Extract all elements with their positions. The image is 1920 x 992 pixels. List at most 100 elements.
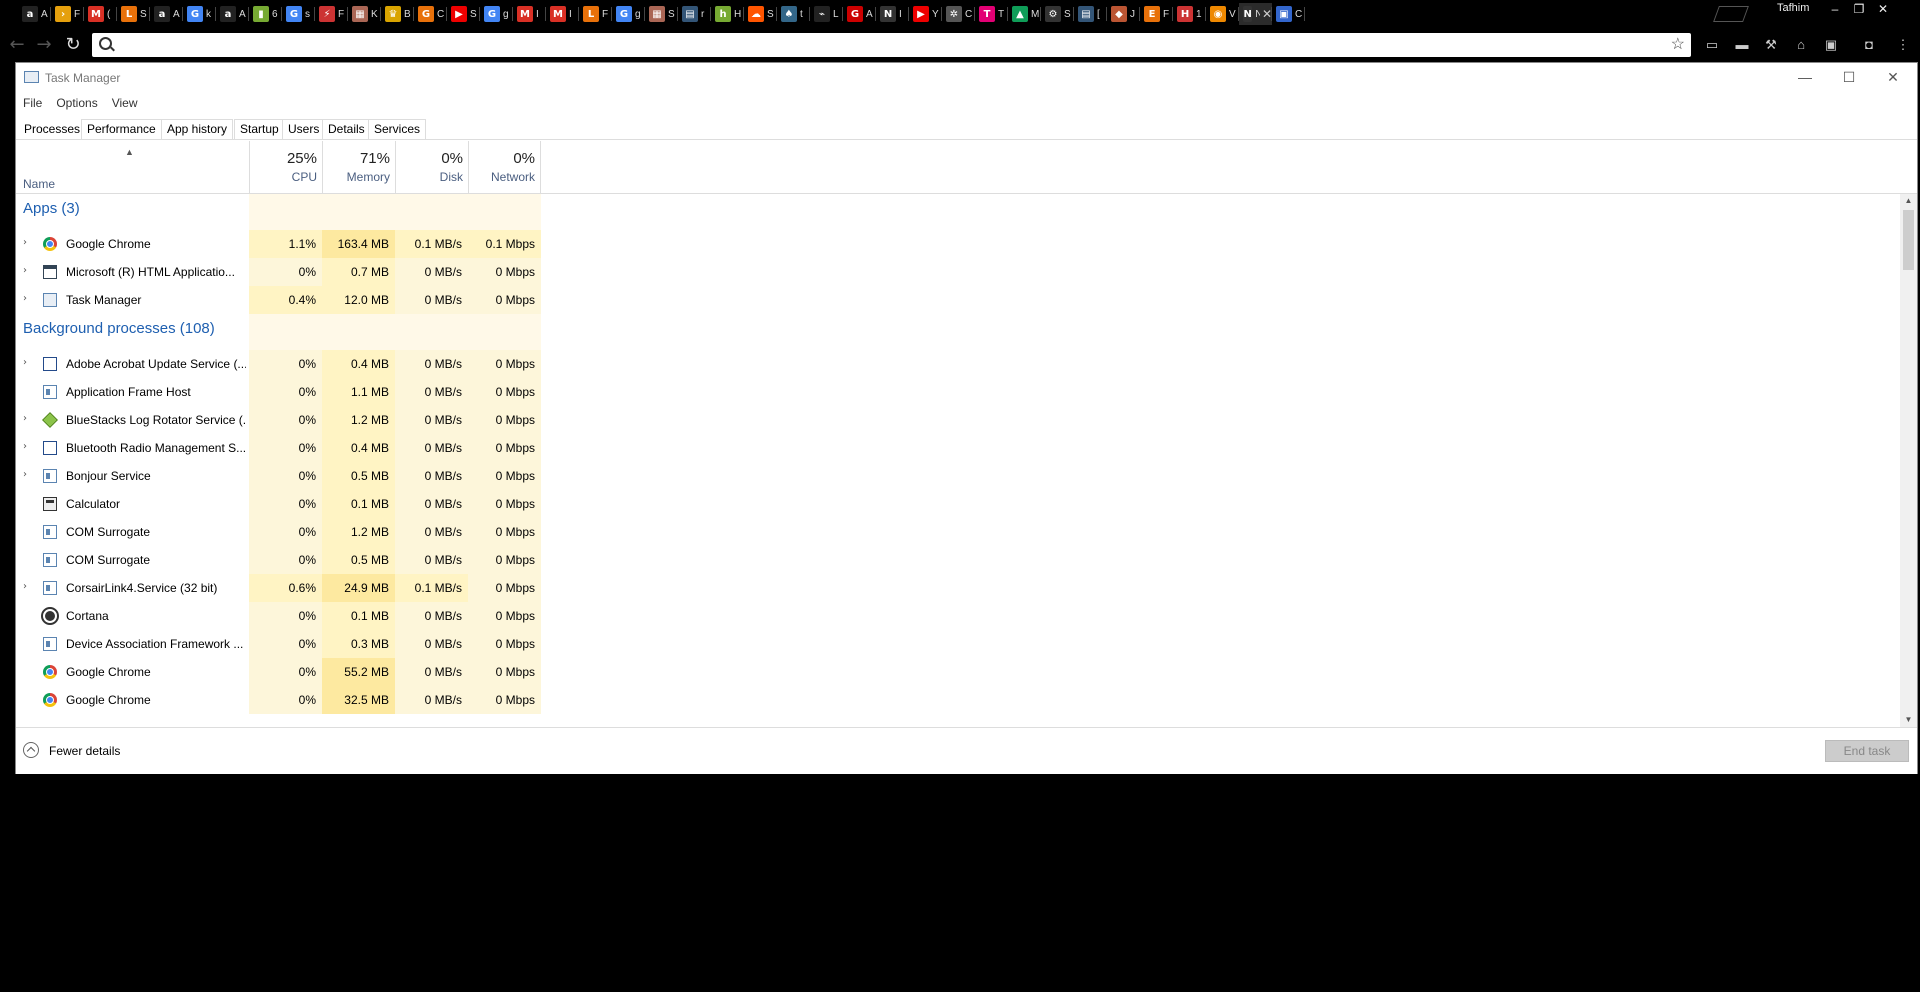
table-row[interactable]: Calculator 0% 0.1 MB 0 MB/s 0 Mbps bbox=[16, 490, 546, 518]
table-row[interactable]: › Task Manager 0.4% 12.0 MB 0 MB/s 0 Mbps bbox=[16, 286, 546, 314]
browser-tab[interactable]: ▶ S bbox=[447, 3, 480, 25]
table-row[interactable]: COM Surrogate 0% 1.2 MB 0 MB/s 0 Mbps bbox=[16, 518, 546, 546]
fewer-details-link[interactable]: Fewer details bbox=[49, 744, 120, 758]
column-disk[interactable]: 0% Disk bbox=[395, 141, 468, 193]
scroll-down-icon[interactable]: ▼ bbox=[1900, 713, 1917, 727]
browser-tab[interactable]: ◉ V bbox=[1206, 3, 1239, 25]
column-cpu[interactable]: 25% CPU bbox=[249, 141, 322, 193]
browser-tab[interactable]: ✲ C bbox=[942, 3, 975, 25]
browser-tab[interactable]: EF bbox=[1140, 3, 1173, 25]
table-row[interactable]: Application Frame Host 0% 1.1 MB 0 MB/s 0 Mb… bbox=[16, 378, 546, 406]
expand-chevron-icon[interactable]: › bbox=[23, 357, 27, 368]
browser-tab[interactable]: ▦ S bbox=[645, 3, 678, 25]
screen-icon[interactable]: ▣ bbox=[1822, 36, 1840, 54]
profile-name[interactable]: Tafhim bbox=[1777, 2, 1809, 14]
browser-tab[interactable]: › F bbox=[51, 3, 84, 25]
table-row[interactable]: › Bonjour Service 0% 0.5 MB 0 MB/s 0 Mbps bbox=[16, 462, 546, 490]
tab-details[interactable]: Details bbox=[322, 119, 371, 139]
browser-tab[interactable]: ♠ t bbox=[777, 3, 810, 25]
browser-tab[interactable]: TT bbox=[975, 3, 1008, 25]
close-tab-icon[interactable]: ✕ bbox=[1262, 7, 1272, 21]
cast-icon[interactable]: ▭ bbox=[1703, 36, 1721, 54]
scroll-up-icon[interactable]: ▲ bbox=[1900, 194, 1917, 208]
table-row[interactable]: › Bluetooth Radio Management S... 0% 0.4 MB… bbox=[16, 434, 546, 462]
pocket-icon[interactable]: ▬ bbox=[1733, 36, 1751, 54]
forward-icon[interactable]: → bbox=[33, 35, 55, 55]
minimize-icon[interactable]: – bbox=[1824, 2, 1846, 16]
end-task-button[interactable]: End task bbox=[1825, 740, 1909, 762]
minimize-icon[interactable]: — bbox=[1783, 67, 1827, 87]
expand-chevron-icon[interactable]: › bbox=[23, 441, 27, 452]
collapse-circle-icon[interactable] bbox=[23, 742, 39, 758]
table-row[interactable]: › Adobe Acrobat Update Service (... 0% 0.4 … bbox=[16, 350, 546, 378]
browser-tab[interactable]: ♛ B bbox=[381, 3, 414, 25]
browser-tab[interactable]: ⌁ L bbox=[810, 3, 843, 25]
address-input[interactable] bbox=[120, 36, 1644, 56]
browser-tab[interactable]: ▶ Y bbox=[909, 3, 942, 25]
off-badge-icon[interactable]: ⌂ bbox=[1792, 36, 1810, 54]
group-header[interactable]: Apps (3) bbox=[16, 194, 546, 230]
column-name[interactable]: Name bbox=[23, 177, 55, 191]
table-row[interactable]: COM Surrogate 0% 0.5 MB 0 MB/s 0 Mbps bbox=[16, 546, 546, 574]
menu-view[interactable]: View bbox=[105, 93, 145, 113]
tab-performance[interactable]: Performance bbox=[81, 119, 162, 139]
table-row[interactable]: › CorsairLink4.Service (32 bit) 0.6% 24.9 M… bbox=[16, 574, 546, 602]
table-row[interactable]: › Microsoft (R) HTML Applicatio... 0% 0.7 M… bbox=[16, 258, 546, 286]
browser-tab[interactable]: Gg bbox=[612, 3, 645, 25]
table-row[interactable]: Device Association Framework ... 0% 0.3 MB… bbox=[16, 630, 546, 658]
expand-chevron-icon[interactable]: › bbox=[23, 581, 27, 592]
star-icon[interactable]: ☆ bbox=[1671, 34, 1685, 54]
browser-tab[interactable]: GC bbox=[414, 3, 447, 25]
menu-dots-icon[interactable]: ⋮ bbox=[1894, 36, 1912, 54]
tab-app-history[interactable]: App history bbox=[161, 119, 234, 139]
menu-file[interactable]: File bbox=[16, 93, 49, 113]
browser-tab[interactable]: N N ✕ bbox=[1239, 3, 1272, 25]
browser-tab[interactable]: NI bbox=[876, 3, 909, 25]
vertical-scrollbar[interactable]: ▲ ▼ bbox=[1900, 194, 1917, 727]
browser-tab[interactable]: ⚙ S bbox=[1041, 3, 1074, 25]
browser-tab[interactable]: LF bbox=[579, 3, 612, 25]
back-icon[interactable]: ← bbox=[6, 35, 28, 55]
ublock-icon[interactable]: ◘ bbox=[1860, 36, 1878, 54]
tab-processes[interactable]: Processes bbox=[18, 119, 87, 139]
browser-tab[interactable]: M( bbox=[84, 3, 117, 25]
browser-tab[interactable]: H1 bbox=[1173, 3, 1206, 25]
expand-chevron-icon[interactable]: › bbox=[23, 237, 27, 248]
tab-services[interactable]: Services bbox=[368, 119, 427, 139]
table-row[interactable]: › Google Chrome 1.1% 163.4 MB 0.1 MB/s 0.1 Mb… bbox=[16, 230, 546, 258]
browser-tab[interactable]: MI bbox=[513, 3, 546, 25]
maximize-icon[interactable]: ☐ bbox=[1827, 67, 1871, 87]
expand-chevron-icon[interactable]: › bbox=[23, 413, 27, 424]
browser-tab[interactable]: ▮ 6 bbox=[249, 3, 282, 25]
scroll-thumb[interactable] bbox=[1903, 210, 1914, 270]
group-header[interactable]: Background processes (108) bbox=[16, 314, 546, 350]
browser-tab[interactable]: ▤[ bbox=[1074, 3, 1107, 25]
browser-tab[interactable]: ▲ M bbox=[1008, 3, 1041, 25]
browser-tab[interactable]: GA bbox=[843, 3, 876, 25]
restore-icon[interactable]: ❐ bbox=[1848, 2, 1870, 16]
table-row[interactable]: Cortana 0% 0.1 MB 0 MB/s 0 Mbps bbox=[16, 602, 546, 630]
column-network[interactable]: 0% Network bbox=[468, 141, 541, 193]
browser-tab[interactable]: LS bbox=[117, 3, 150, 25]
browser-tab[interactable]: Gs bbox=[282, 3, 315, 25]
browser-tab[interactable]: Gk bbox=[183, 3, 216, 25]
table-row[interactable]: Google Chrome 0% 55.2 MB 0 MB/s 0 Mbps bbox=[16, 658, 546, 686]
browser-tab[interactable]: aA bbox=[216, 3, 249, 25]
expand-chevron-icon[interactable]: › bbox=[23, 293, 27, 304]
browser-tab[interactable]: ▦ K bbox=[348, 3, 381, 25]
browser-tab[interactable]: MI bbox=[546, 3, 579, 25]
close-icon[interactable]: ✕ bbox=[1871, 67, 1915, 87]
omnibox[interactable]: ☆ bbox=[92, 33, 1691, 57]
menu-options[interactable]: Options bbox=[49, 93, 104, 113]
window-titlebar[interactable]: Task Manager — ☐ ✕ bbox=[16, 63, 1917, 93]
browser-tab[interactable]: ◆ J bbox=[1107, 3, 1140, 25]
table-row[interactable]: › BlueStacks Log Rotator Service (... 0% 1.… bbox=[16, 406, 546, 434]
browser-tab[interactable]: aA bbox=[150, 3, 183, 25]
browser-tab[interactable]: ▣ C bbox=[1272, 3, 1305, 25]
tab-startup[interactable]: Startup bbox=[234, 119, 285, 139]
browser-tab[interactable]: hH bbox=[711, 3, 744, 25]
browser-tab[interactable]: aA bbox=[18, 3, 51, 25]
browser-tab[interactable]: ⚡ F bbox=[315, 3, 348, 25]
tab-users[interactable]: Users bbox=[282, 119, 326, 139]
expand-chevron-icon[interactable]: › bbox=[23, 469, 27, 480]
